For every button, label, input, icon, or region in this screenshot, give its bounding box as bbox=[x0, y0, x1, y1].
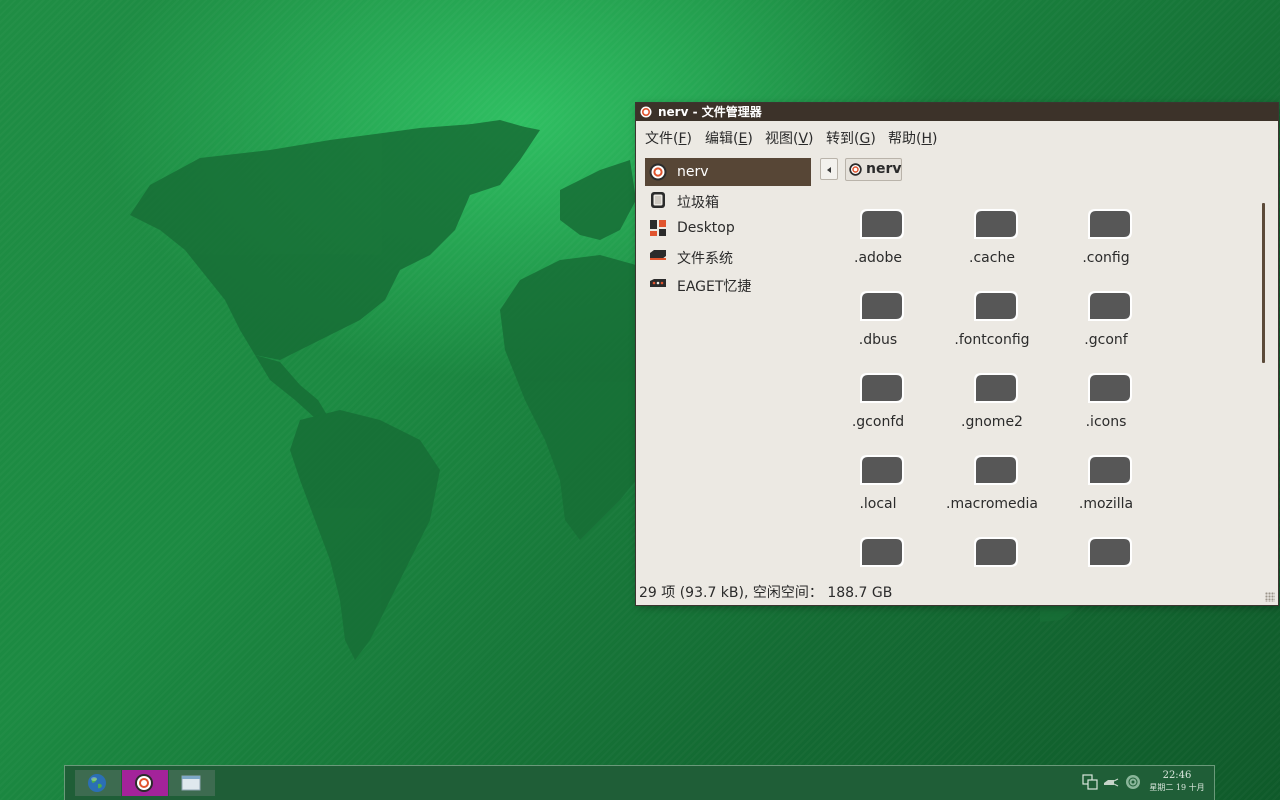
file-name: .config bbox=[1082, 250, 1130, 266]
home-icon bbox=[849, 163, 862, 176]
sidebar-item-label: Desktop bbox=[677, 220, 735, 236]
folder-icon bbox=[860, 291, 904, 321]
file-name: .mozilla bbox=[1078, 496, 1134, 512]
folder-icon bbox=[974, 291, 1018, 321]
file-name: .adobe bbox=[854, 250, 902, 266]
filesystem-icon bbox=[650, 250, 666, 260]
sidebar-item-label: EAGET忆捷 bbox=[677, 279, 752, 295]
usb-drive-icon bbox=[650, 279, 666, 287]
disc-icon[interactable] bbox=[1125, 774, 1141, 790]
folder-icon bbox=[974, 537, 1018, 567]
file-manager-window[interactable]: nerv - 文件管理器 文件(F) 编辑(E) 视图(V) 转到(G) 帮助(… bbox=[636, 103, 1278, 605]
folder-item[interactable]: .macromedia bbox=[935, 444, 1049, 526]
sidebar-item-label: nerv bbox=[677, 164, 709, 180]
sidebar-item-label: 垃圾箱 bbox=[677, 195, 719, 211]
menu-edit[interactable]: 编辑(E) bbox=[705, 128, 753, 148]
window-icon bbox=[181, 775, 201, 791]
globe-icon bbox=[88, 774, 106, 792]
folder-item[interactable]: .icons bbox=[1049, 362, 1163, 444]
breadcrumb-label: nerv bbox=[866, 161, 902, 177]
folder-icon bbox=[860, 537, 904, 567]
menu-view[interactable]: 视图(V) bbox=[765, 128, 814, 148]
folder-item[interactable]: .gconfd bbox=[821, 362, 935, 444]
clock[interactable]: 22:46 星期二 19 十月 bbox=[1143, 770, 1211, 794]
sidebar-item-trash[interactable]: 垃圾箱 bbox=[645, 186, 811, 214]
folder-icon bbox=[860, 373, 904, 403]
folder-icon bbox=[1088, 373, 1132, 403]
places-sidebar: nerv 垃圾箱 Desktop 文件系统 EAGET忆捷 bbox=[645, 158, 811, 578]
file-manager-icon bbox=[640, 106, 652, 118]
folder-item[interactable]: .gconf bbox=[1049, 280, 1163, 362]
sidebar-item-label: 文件系统 bbox=[677, 251, 733, 267]
file-icon-grid: .adobe .cache .config .dbus .fontconfig … bbox=[821, 198, 1257, 570]
folder-item[interactable] bbox=[935, 526, 1049, 570]
folder-item[interactable] bbox=[1049, 526, 1163, 570]
sidebar-item-usb-drive[interactable]: EAGET忆捷 bbox=[645, 270, 811, 298]
breadcrumb-home[interactable]: nerv bbox=[845, 158, 902, 181]
clock-date: 星期二 19 十月 bbox=[1149, 783, 1205, 792]
desktop-icon bbox=[650, 220, 666, 236]
window-titlebar[interactable]: nerv - 文件管理器 bbox=[636, 103, 1278, 121]
file-name: .gconf bbox=[1084, 332, 1128, 348]
folder-item[interactable] bbox=[821, 526, 935, 570]
trash-icon bbox=[651, 192, 665, 208]
sidebar-item-filesystem[interactable]: 文件系统 bbox=[645, 242, 811, 270]
folder-icon bbox=[974, 209, 1018, 239]
file-name: .cache bbox=[969, 250, 1015, 266]
folder-icon bbox=[974, 373, 1018, 403]
taskbar-button-browser[interactable] bbox=[75, 770, 121, 796]
resize-grip[interactable] bbox=[1265, 592, 1275, 602]
sidebar-item-desktop[interactable]: Desktop bbox=[645, 214, 811, 242]
file-name: .macromedia bbox=[946, 496, 1038, 512]
folder-item[interactable]: .fontconfig bbox=[935, 280, 1049, 362]
folder-icon bbox=[1088, 455, 1132, 485]
file-name: .gconfd bbox=[851, 414, 905, 430]
window-title: nerv - 文件管理器 bbox=[658, 105, 762, 119]
power-icon[interactable] bbox=[1103, 774, 1119, 790]
folder-item[interactable]: .cache bbox=[935, 198, 1049, 280]
file-name: .fontconfig bbox=[954, 332, 1030, 348]
file-name: .icons bbox=[1085, 414, 1127, 430]
vertical-scrollbar[interactable] bbox=[1262, 203, 1265, 363]
folder-item[interactable]: .mozilla bbox=[1049, 444, 1163, 526]
menu-file[interactable]: 文件(F) bbox=[645, 128, 692, 148]
file-name: .dbus bbox=[858, 332, 898, 348]
sidebar-item-home[interactable]: nerv bbox=[645, 158, 811, 186]
taskbar: 22:46 星期二 19 十月 bbox=[64, 765, 1215, 800]
menu-go[interactable]: 转到(G) bbox=[826, 128, 876, 148]
file-name: .gnome2 bbox=[961, 414, 1023, 430]
taskbar-button-file-manager[interactable] bbox=[122, 770, 168, 796]
folder-icon bbox=[860, 209, 904, 239]
folder-item[interactable]: .config bbox=[1049, 198, 1163, 280]
file-name: .local bbox=[859, 496, 897, 512]
folder-icon bbox=[1088, 537, 1132, 567]
menubar: 文件(F) 编辑(E) 视图(V) 转到(G) 帮助(H) bbox=[636, 121, 1278, 151]
home-icon bbox=[649, 163, 667, 181]
menu-help[interactable]: 帮助(H) bbox=[888, 128, 937, 148]
folder-item[interactable]: .gnome2 bbox=[935, 362, 1049, 444]
network-icon[interactable] bbox=[1082, 774, 1098, 790]
clock-time: 22:46 bbox=[1162, 770, 1192, 781]
folder-item[interactable]: .local bbox=[821, 444, 935, 526]
folder-icon bbox=[1088, 209, 1132, 239]
status-bar: 29 项 (93.7 kB), 空闲空间： 188.7 GB bbox=[639, 585, 893, 601]
folder-icon bbox=[860, 455, 904, 485]
folder-item[interactable]: .adobe bbox=[821, 198, 935, 280]
folder-item[interactable]: .dbus bbox=[821, 280, 935, 362]
path-back-button[interactable] bbox=[820, 158, 838, 180]
file-manager-icon bbox=[135, 774, 153, 792]
folder-icon bbox=[974, 455, 1018, 485]
taskbar-button-window[interactable] bbox=[169, 770, 215, 796]
folder-icon bbox=[1088, 291, 1132, 321]
